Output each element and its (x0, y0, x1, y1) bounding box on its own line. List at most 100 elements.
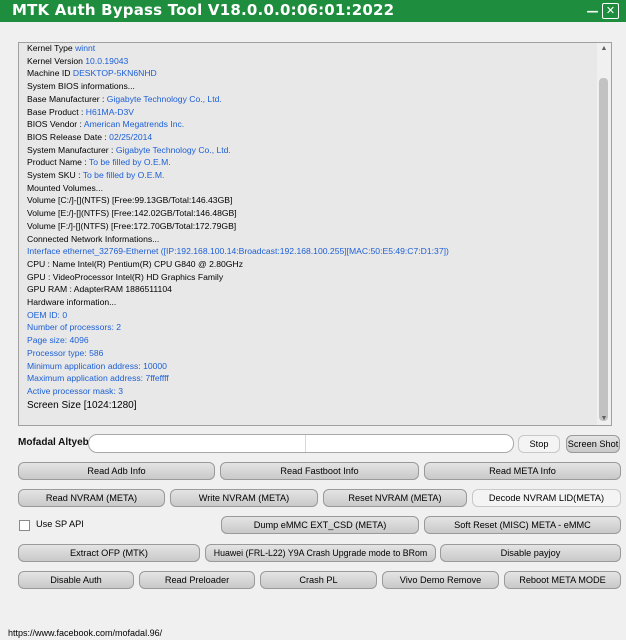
log-line-value: 02/25/2014 (109, 131, 153, 142)
log-line-value: To be filled by O.E.M. (82, 170, 165, 181)
huawei-crash-upgrade-button[interactable]: Huawei (FRL-L22) Y9A Crash Upgrade mode … (205, 544, 436, 562)
minimize-icon[interactable]: — (584, 3, 601, 19)
footer-facebook-link[interactable]: https://www.facebook.com/mofadal.96/ (8, 628, 162, 638)
log-line: Base Manufacturer : Gigabyte Technology … (27, 93, 597, 106)
scroll-up-icon[interactable]: ▲ (597, 43, 611, 55)
log-line-value: DESKTOP-5KN6NHD (72, 68, 157, 79)
log-line-label: Hardware information... (27, 297, 117, 308)
log-line: CPU : Name Intel(R) Pentium(R) CPU G840 … (27, 258, 597, 271)
log-line-label: Product Name : (27, 157, 89, 168)
log-line-value: Minimum application address: 10000 (27, 360, 167, 371)
log-line-label: Base Product : (27, 106, 86, 117)
log-lines: Kernel Type winnt Kernel Version 10.0.190… (27, 43, 597, 413)
log-line: System Manufacturer : Gigabyte Technolog… (27, 144, 597, 157)
log-line-label: Volume [E:/]-[](NTFS) [Free:142.02GB/Tot… (27, 208, 237, 219)
close-icon[interactable]: ✕ (602, 3, 619, 19)
log-line-value: 10.0.19043 (85, 55, 129, 66)
use-sp-api-label: Use SP API (36, 519, 84, 529)
log-line: System BIOS informations... (27, 80, 597, 93)
crash-pl-button[interactable]: Crash PL (260, 571, 377, 589)
screen-shot-button[interactable]: Screen Shot (566, 435, 620, 453)
log-line: Volume [F:/]-[](NTFS) [Free:172.70GB/Tot… (27, 220, 597, 233)
user-input-field[interactable] (88, 434, 514, 453)
log-scrollbar[interactable]: ▲ ▼ (597, 43, 611, 425)
log-line-label: Kernel Version (27, 55, 86, 66)
log-line-value: Number of processors: 2 (27, 322, 122, 333)
log-line: Hardware information... (27, 296, 597, 309)
log-line-label: GPU : VideoProcessor Intel(R) HD Graphic… (27, 271, 224, 282)
log-line-value: Page size: 4096 (27, 335, 89, 346)
decode-nvram-lid-button[interactable]: Decode NVRAM LID(META) (472, 489, 621, 507)
log-line-label: Volume [F:/]-[](NTFS) [Free:172.70GB/Tot… (27, 220, 237, 231)
stop-button[interactable]: Stop (518, 435, 560, 453)
log-line: Kernel Type winnt (27, 43, 597, 55)
log-line-value: OEM ID: 0 (27, 309, 68, 320)
log-line-label: Kernel Type (27, 43, 76, 53)
reset-nvram-meta-button[interactable]: Reset NVRAM (META) (323, 489, 467, 507)
extract-ofp-button[interactable]: Extract OFP (MTK) (18, 544, 200, 562)
log-line-value: H61MA-D3V (85, 106, 135, 117)
log-line-label: Machine ID (27, 68, 73, 79)
read-meta-info-button[interactable]: Read META Info (424, 462, 621, 480)
soft-reset-misc-button[interactable]: Soft Reset (MISC) META - eMMC (424, 516, 621, 534)
log-line-label: Mounted Volumes... (27, 182, 103, 193)
log-line: System SKU : To be filled by O.E.M. (27, 169, 597, 182)
log-line: BIOS Vendor : American Megatrends Inc. (27, 118, 597, 131)
log-line: Page size: 4096 (27, 334, 597, 347)
write-nvram-meta-button[interactable]: Write NVRAM (META) (170, 489, 318, 507)
log-line-label: Connected Network Informations... (27, 233, 160, 244)
log-line: Machine ID DESKTOP-5KN6NHD (27, 67, 597, 80)
log-line-value: Maximum application address: 7ffeffff (27, 373, 169, 384)
log-line-value: Processor type: 586 (27, 347, 104, 358)
log-line-label: Base Manufacturer : (27, 93, 107, 104)
disable-auth-button[interactable]: Disable Auth (18, 571, 134, 589)
log-line-value: Gigabyte Technology Co., Ltd. (115, 144, 231, 155)
log-line: Number of processors: 2 (27, 321, 597, 334)
scroll-down-icon[interactable]: ▼ (597, 413, 611, 425)
log-line-label: System SKU : (27, 170, 83, 181)
log-line: Base Product : H61MA-D3V (27, 106, 597, 119)
log-line: BIOS Release Date : 02/25/2014 (27, 131, 597, 144)
reboot-meta-mode-button[interactable]: Reboot META MODE (504, 571, 621, 589)
log-line: GPU RAM : AdapterRAM 1886511104 (27, 283, 597, 296)
log-line: Volume [E:/]-[](NTFS) [Free:142.02GB/Tot… (27, 207, 597, 220)
log-line-value: Interface ethernet_32769-Ethernet ([IP:1… (27, 246, 449, 257)
log-line: GPU : VideoProcessor Intel(R) HD Graphic… (27, 271, 597, 284)
log-line: OEM ID: 0 (27, 309, 597, 322)
vivo-demo-remove-button[interactable]: Vivo Demo Remove (382, 571, 499, 589)
input-divider (305, 435, 306, 452)
log-line: Minimum application address: 10000 (27, 360, 597, 373)
log-line: Processor type: 586 (27, 347, 597, 360)
read-fastboot-info-button[interactable]: Read Fastboot Info (220, 462, 419, 480)
read-adb-info-button[interactable]: Read Adb Info (18, 462, 215, 480)
log-line: Mounted Volumes... (27, 182, 597, 195)
log-panel: Kernel Type winnt Kernel Version 10.0.190… (18, 42, 612, 426)
title-bar: MTK Auth Bypass Tool V18.0.0.0:06:01:202… (0, 0, 626, 22)
scroll-thumb[interactable] (599, 78, 608, 421)
log-line-label: GPU RAM : AdapterRAM 1886511104 (27, 284, 172, 295)
log-line: Volume [C:/]-[](NTFS) [Free:99.13GB/Tota… (27, 194, 597, 207)
read-preloader-button[interactable]: Read Preloader (139, 571, 255, 589)
user-name-label: Mofadal Altyeb (18, 437, 89, 448)
log-line-value: Active processor mask: 3 (27, 385, 123, 396)
use-sp-api-checkbox[interactable] (19, 520, 30, 531)
log-line-label: Volume [C:/]-[](NTFS) [Free:99.13GB/Tota… (27, 195, 233, 206)
window-title: MTK Auth Bypass Tool V18.0.0.0:06:01:202… (12, 1, 395, 19)
log-line-label: System Manufacturer : (27, 144, 116, 155)
log-line: Maximum application address: 7ffeffff (27, 372, 597, 385)
log-line: Product Name : To be filled by O.E.M. (27, 156, 597, 169)
log-line-value: Gigabyte Technology Co., Ltd. (106, 93, 222, 104)
disable-payjoy-button[interactable]: Disable payjoy (440, 544, 621, 562)
dump-emmc-ext-csd-button[interactable]: Dump eMMC EXT_CSD (META) (221, 516, 419, 534)
log-line-label: System BIOS informations... (27, 81, 135, 92)
log-line-value: winnt (75, 43, 96, 53)
log-line-label: BIOS Release Date : (27, 131, 110, 142)
log-line-value: To be filled by O.E.M. (88, 157, 171, 168)
log-line: Connected Network Informations... (27, 233, 597, 246)
log-line: Interface ethernet_32769-Ethernet ([IP:1… (27, 245, 597, 258)
screen-size-line: Screen Size [1024:1280] (27, 399, 137, 411)
read-nvram-meta-button[interactable]: Read NVRAM (META) (18, 489, 165, 507)
log-line: Kernel Version 10.0.19043 (27, 55, 597, 68)
log-line-label: BIOS Vendor : (27, 119, 84, 130)
log-line: Active processor mask: 3 (27, 385, 597, 398)
